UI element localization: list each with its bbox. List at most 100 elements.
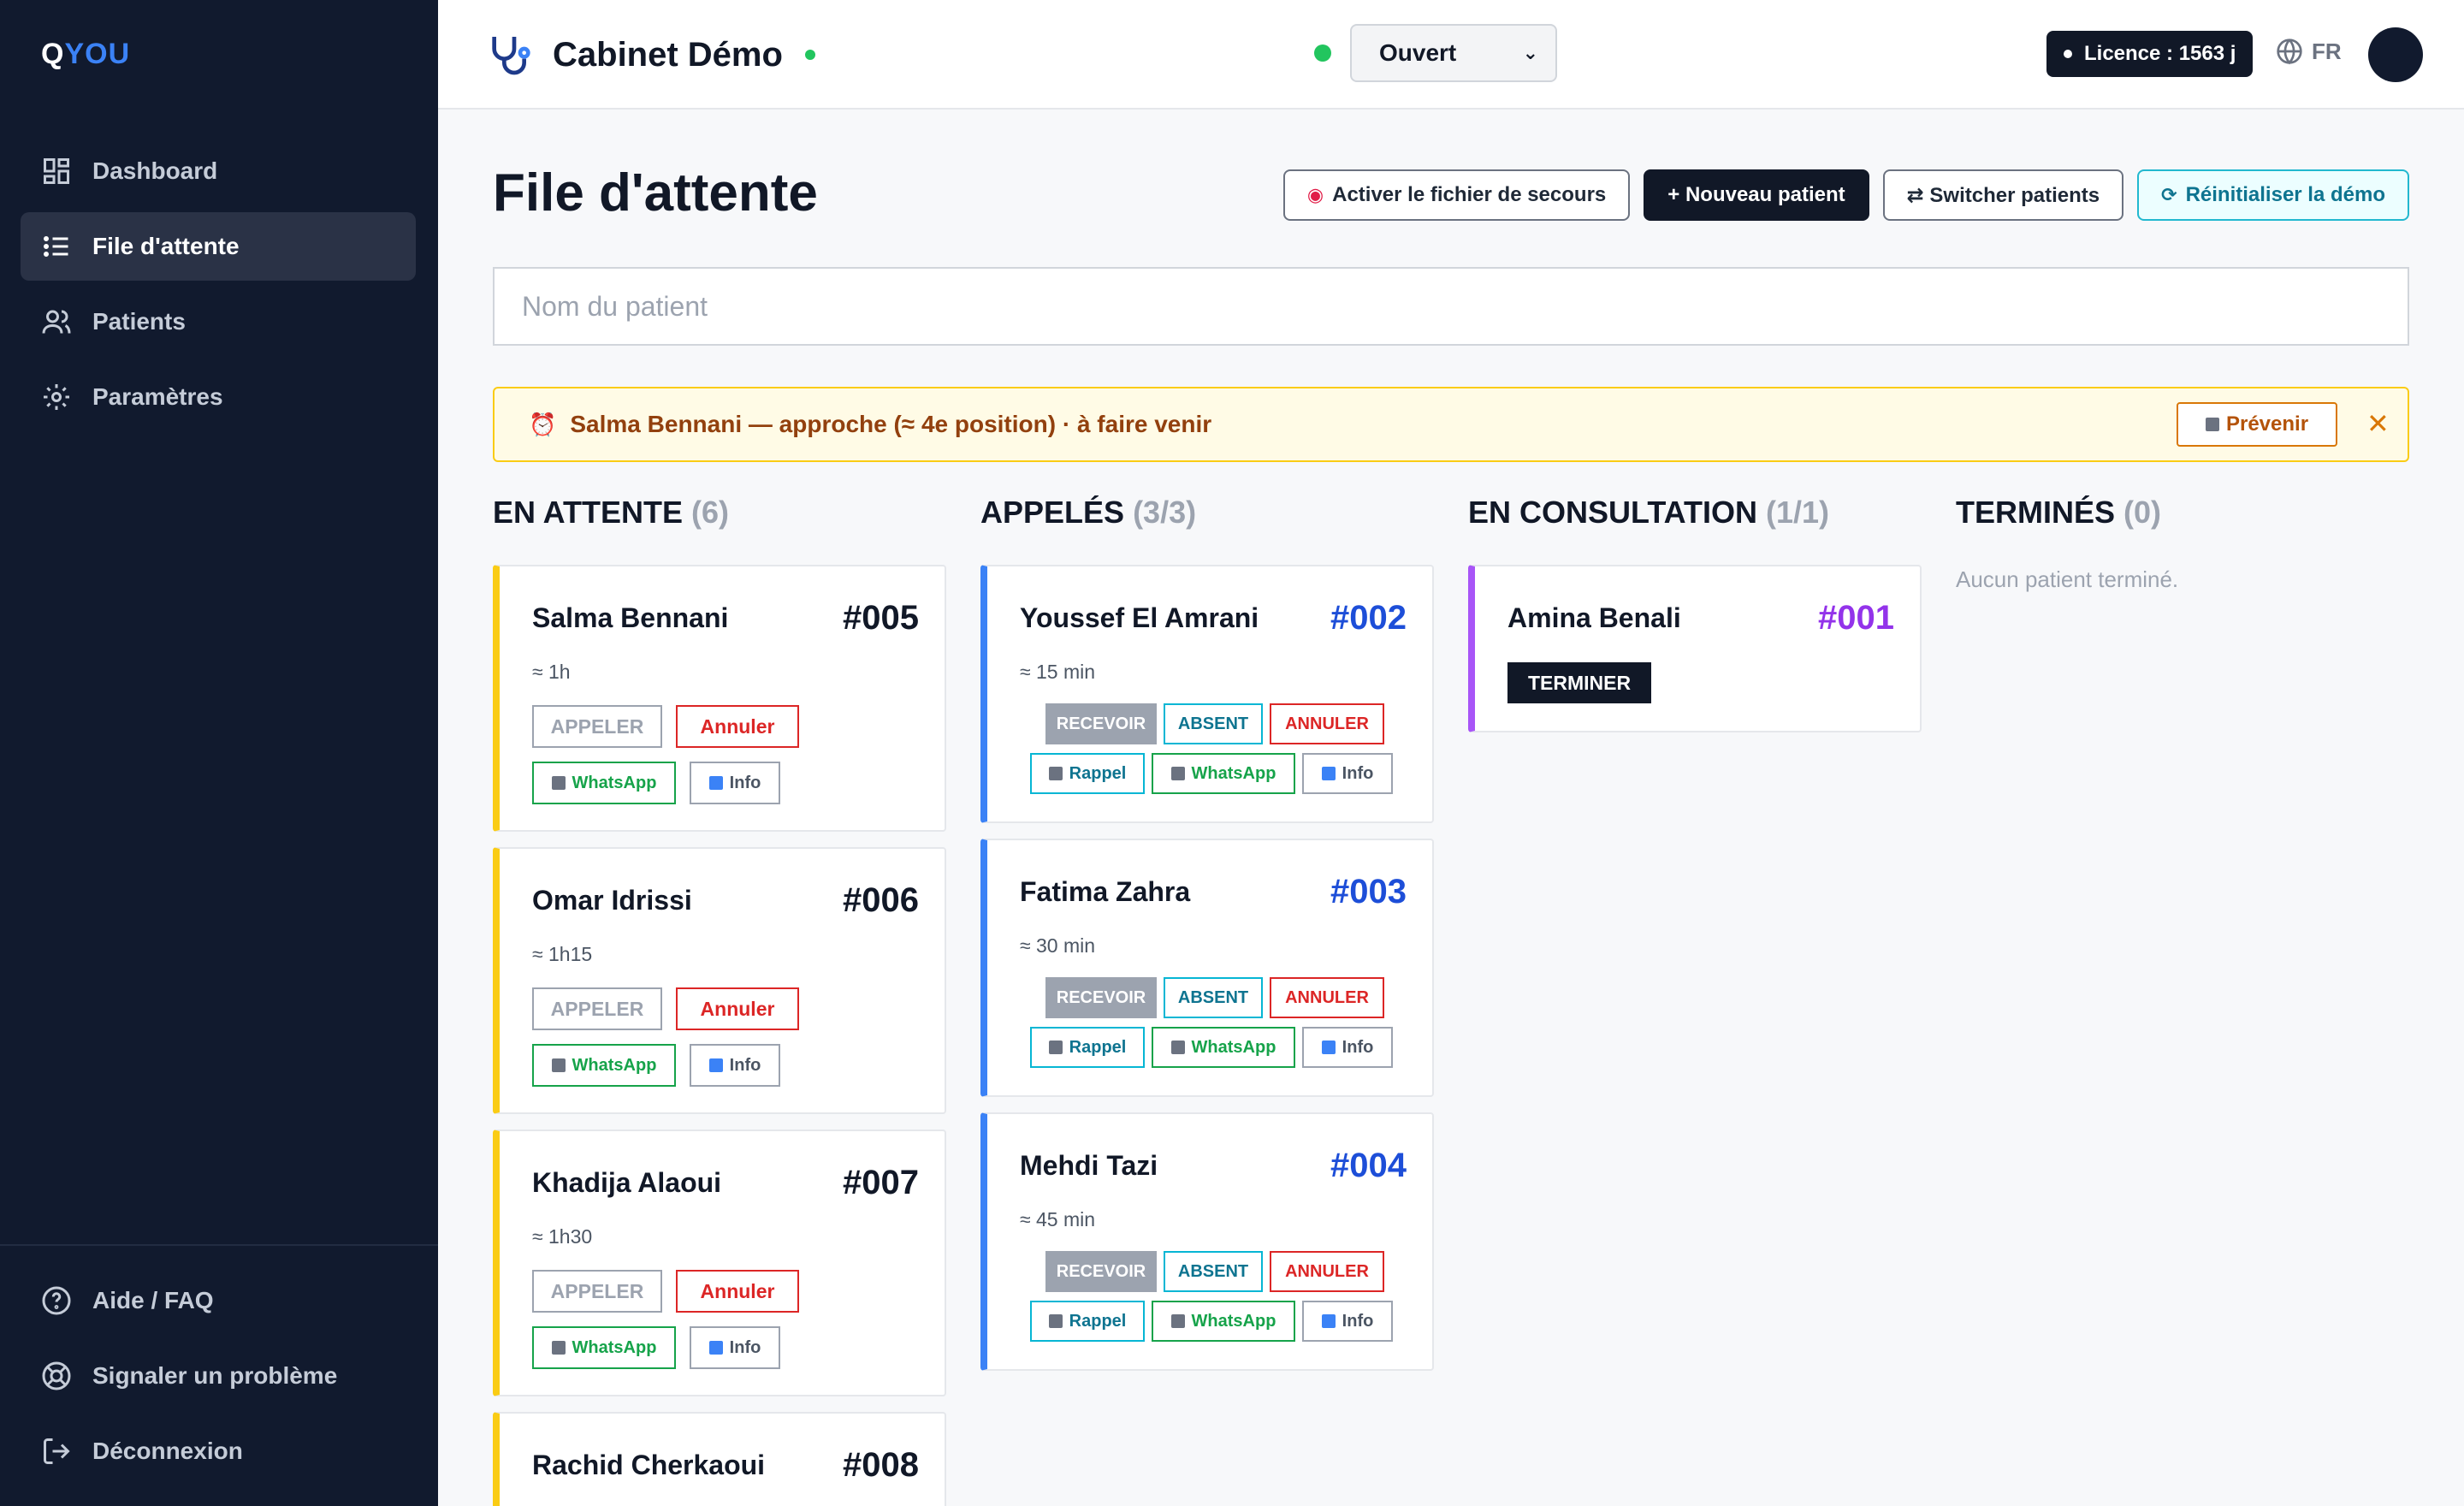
info-icon — [1321, 767, 1336, 780]
reminder-button[interactable]: Rappel — [1030, 753, 1145, 794]
phone-icon — [1170, 1314, 1185, 1328]
patient-card[interactable]: Khadija Alaoui #007 ≈ 1h30 APPELER Annul… — [493, 1130, 946, 1396]
sidebar-item-help[interactable]: Aide / FAQ — [21, 1266, 416, 1335]
receive-button[interactable]: RECEVOIR — [1045, 703, 1157, 744]
sidebar-item-report[interactable]: Signaler un problème — [21, 1342, 416, 1410]
status-select[interactable]: Ouvert ⌄ — [1350, 24, 1557, 82]
patient-card[interactable]: Rachid Cherkaoui #008 — [493, 1412, 946, 1506]
sidebar-item-label: Paramètres — [92, 383, 223, 410]
patient-card[interactable]: Salma Bennani #005 ≈ 1h APPELER Annuler … — [493, 565, 946, 832]
reminder-button[interactable]: Rappel — [1030, 1027, 1145, 1068]
lifebuoy-icon — [42, 1361, 71, 1390]
avatar[interactable] — [2368, 27, 2423, 82]
cabinet-name: Cabinet Démo — [553, 35, 783, 74]
cancel-button[interactable]: ANNULER — [1270, 1251, 1384, 1292]
whatsapp-button[interactable]: WhatsApp — [1152, 1301, 1295, 1342]
patient-name: Fatima Zahra — [1020, 876, 1191, 907]
patient-card[interactable]: Omar Idrissi #006 ≈ 1h15 APPELER Annuler… — [493, 847, 946, 1114]
column-waiting: EN ATTENTE (6) Salma Bennani #005 ≈ 1h A… — [493, 495, 946, 1506]
sidebar-item-logout[interactable]: Déconnexion — [21, 1417, 416, 1485]
info-icon — [1321, 1314, 1336, 1328]
cancel-button[interactable]: Annuler — [676, 987, 799, 1030]
whatsapp-button[interactable]: WhatsApp — [532, 1044, 676, 1087]
stethoscope-icon — [492, 37, 530, 75]
page-title: File d'attente — [493, 163, 818, 222]
whatsapp-button[interactable]: WhatsApp — [532, 762, 676, 804]
info-button[interactable]: Info — [1302, 753, 1393, 794]
licence-badge: Licence : 1563 j — [2046, 31, 2254, 77]
call-button[interactable]: APPELER — [532, 987, 662, 1030]
sidebar-divider — [0, 1244, 438, 1246]
status-control: Ouvert ⌄ — [1314, 24, 1557, 82]
new-patient-button[interactable]: + Nouveau patient — [1644, 169, 1869, 221]
phone-icon — [1170, 1041, 1185, 1054]
ticket-number: #005 — [843, 599, 919, 637]
info-icon — [708, 776, 723, 790]
sidebar-item-label: Aide / FAQ — [92, 1287, 214, 1313]
sidebar-item-dashboard[interactable]: Dashboard — [21, 137, 416, 205]
search-input[interactable]: Nom du patient — [493, 267, 2409, 346]
info-button[interactable]: Info — [1302, 1027, 1393, 1068]
app-logo[interactable]: QYOU — [41, 38, 130, 71]
whatsapp-button[interactable]: WhatsApp — [1152, 1027, 1295, 1068]
backup-file-button[interactable]: ◉ Activer le fichier de secours — [1282, 169, 1631, 221]
info-button[interactable]: Info — [690, 1326, 780, 1369]
users-icon — [42, 310, 71, 334]
receive-button[interactable]: RECEVOIR — [1045, 1251, 1157, 1292]
ticket-number: #003 — [1330, 873, 1407, 910]
wait-estimate: ≈ 15 min — [1020, 661, 1096, 683]
refresh-icon: ⟳ — [2161, 184, 2177, 205]
empty-state: Aucun patient terminé. — [1956, 566, 2179, 592]
cancel-button[interactable]: ANNULER — [1270, 977, 1384, 1018]
sidebar-item-patients[interactable]: Patients — [21, 288, 416, 356]
sidebar-item-settings[interactable]: Paramètres — [21, 363, 416, 431]
whatsapp-button[interactable]: WhatsApp — [1152, 753, 1295, 794]
patient-card[interactable]: Amina Benali #001 TERMINER — [1468, 565, 1922, 732]
info-icon — [1321, 1041, 1336, 1054]
reminder-button[interactable]: Rappel — [1030, 1301, 1145, 1342]
gear-icon — [44, 384, 69, 410]
phone-icon — [1170, 767, 1185, 780]
notify-button[interactable]: Prévenir — [2177, 402, 2337, 447]
call-button[interactable]: APPELER — [532, 1270, 662, 1313]
sidebar-item-queue[interactable]: File d'attente — [21, 212, 416, 281]
language-switcher[interactable]: FR — [2276, 38, 2342, 65]
column-title: EN ATTENTE (6) — [493, 495, 730, 530]
ticket-number: #008 — [843, 1446, 919, 1484]
close-icon[interactable]: ✕ — [2366, 407, 2390, 440]
absent-button[interactable]: ABSENT — [1164, 703, 1263, 744]
patient-card[interactable]: Fatima Zahra #003 ≈ 30 min RECEVOIR ABSE… — [980, 839, 1434, 1097]
cancel-button[interactable]: ANNULER — [1270, 703, 1384, 744]
patient-card[interactable]: Youssef El Amrani #002 ≈ 15 min RECEVOIR… — [980, 565, 1434, 823]
globe-icon — [2277, 39, 2302, 65]
whatsapp-button[interactable]: WhatsApp — [532, 1326, 676, 1369]
finish-button[interactable]: TERMINER — [1507, 662, 1651, 703]
sidebar-item-label: Dashboard — [92, 157, 218, 184]
absent-button[interactable]: ABSENT — [1164, 977, 1263, 1018]
info-button[interactable]: Info — [690, 1044, 780, 1087]
info-button[interactable]: Info — [1302, 1301, 1393, 1342]
wait-estimate: ≈ 1h15 — [532, 943, 593, 965]
switch-patients-button[interactable]: ⇄ Switcher patients — [1882, 169, 2124, 221]
cancel-button[interactable]: Annuler — [676, 705, 799, 748]
absent-button[interactable]: ABSENT — [1164, 1251, 1263, 1292]
patient-name: Omar Idrissi — [532, 885, 692, 916]
topbar: Cabinet Démo Ouvert ⌄ Licence : 1563 j F… — [438, 0, 2464, 110]
patient-name: Salma Bennani — [532, 602, 729, 633]
patient-card[interactable]: Mehdi Tazi #004 ≈ 45 min RECEVOIR ABSENT… — [980, 1112, 1434, 1371]
ticket-number: #002 — [1330, 599, 1407, 637]
column-consultation: EN CONSULTATION (1/1) Amina Benali #001 … — [1468, 495, 1922, 732]
wait-estimate: ≈ 30 min — [1020, 934, 1096, 957]
sidebar-item-label: Patients — [92, 308, 186, 335]
language-label: FR — [2312, 38, 2342, 64]
cancel-button[interactable]: Annuler — [676, 1270, 799, 1313]
reset-demo-button[interactable]: ⟳ Réinitialiser la démo — [2137, 169, 2409, 221]
phone-icon — [551, 1058, 566, 1072]
info-button[interactable]: Info — [690, 762, 780, 804]
receive-button[interactable]: RECEVOIR — [1045, 977, 1157, 1018]
help-icon — [42, 1286, 71, 1315]
alert-text: Salma Bennani — approche (≈ 4e position)… — [570, 411, 1212, 437]
patient-name: Amina Benali — [1507, 602, 1681, 633]
logout-icon — [44, 1438, 70, 1464]
call-button[interactable]: APPELER — [532, 705, 662, 748]
